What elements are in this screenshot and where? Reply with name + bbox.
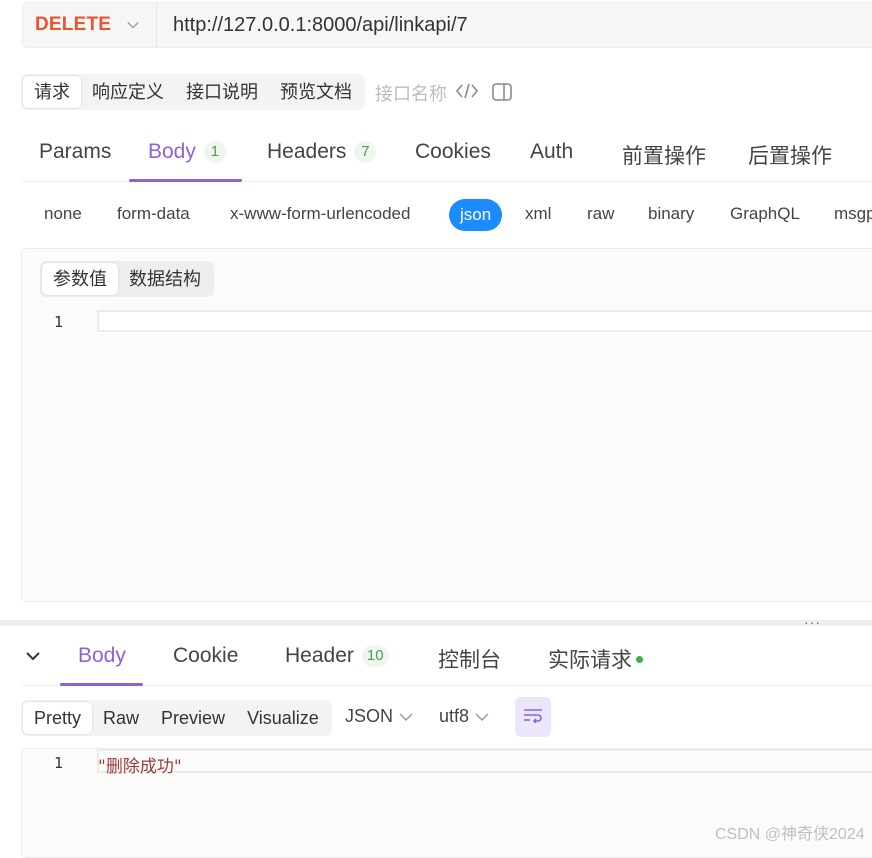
splitter-handle[interactable]: ··· — [804, 614, 821, 630]
tab-params-label: Params — [39, 140, 112, 163]
body-type-selector: none form-data x-www-form-urlencoded jso… — [22, 198, 872, 234]
side-panel-icon[interactable] — [492, 83, 512, 106]
tab-data-structure[interactable]: 数据结构 — [118, 263, 212, 295]
request-body-editor[interactable]: 参数值 数据结构 1 — [21, 248, 872, 602]
tab-response-body[interactable]: Body — [78, 644, 126, 668]
watermark: CSDN @神奇侠2024 — [715, 826, 865, 843]
top-segment-tabs: 请求 响应定义 接口说明 预览文档 — [21, 74, 365, 110]
body-type-xml[interactable]: xml — [525, 204, 551, 224]
body-type-binary[interactable]: binary — [648, 204, 694, 224]
chevron-down-icon — [475, 706, 489, 727]
tab-body[interactable]: Body 1 — [148, 140, 226, 164]
tab-body-label: Body — [148, 140, 196, 163]
format-dropdown[interactable]: JSON — [345, 706, 413, 727]
encoding-dropdown[interactable]: utf8 — [439, 706, 489, 727]
body-type-none[interactable]: none — [44, 204, 82, 224]
active-tab-underline — [129, 179, 242, 182]
editor-mode-tabs: 参数值 数据结构 — [40, 261, 214, 297]
format-value: JSON — [345, 706, 394, 726]
headers-count-badge: 7 — [354, 141, 377, 163]
response-header-badge: 10 — [361, 645, 389, 667]
tab-auth[interactable]: Auth — [530, 140, 573, 164]
method-selector[interactable]: DELETE — [23, 3, 157, 47]
response-view-tabs: Pretty Raw Preview Visualize — [21, 700, 332, 736]
tab-response-definition[interactable]: 响应定义 — [81, 76, 175, 108]
view-raw[interactable]: Raw — [92, 702, 150, 734]
chevron-down-icon[interactable] — [26, 648, 40, 666]
code-line-input[interactable] — [97, 310, 872, 332]
tab-request[interactable]: 请求 — [23, 76, 81, 108]
chevron-down-icon — [127, 19, 139, 31]
body-type-urlencoded[interactable]: x-www-form-urlencoded — [230, 204, 410, 224]
view-pretty[interactable]: Pretty — [23, 702, 93, 734]
encoding-value: utf8 — [439, 706, 470, 726]
interface-name-input[interactable]: 接口名称 — [375, 80, 447, 106]
view-preview[interactable]: Preview — [150, 702, 236, 734]
active-tab-underline — [60, 683, 143, 686]
body-type-graphql[interactable]: GraphQL — [730, 204, 800, 224]
response-line-number: 1 — [54, 754, 64, 772]
url-bar: DELETE http://127.0.0.1:8000/api/linkapi… — [22, 2, 872, 48]
request-tabs: Params Body 1 Headers 7 Cookies Auth 前置操作 … — [22, 132, 872, 182]
method-label: DELETE — [35, 14, 112, 35]
tab-console[interactable]: 控制台 — [438, 644, 501, 674]
body-type-json[interactable]: json — [449, 199, 503, 231]
body-count-badge: 1 — [203, 141, 226, 163]
line-number: 1 — [54, 313, 64, 331]
tab-actual-request-label: 实际请求 — [548, 649, 632, 672]
url-input[interactable]: http://127.0.0.1:8000/api/linkapi/7 — [157, 14, 468, 37]
word-wrap-button[interactable] — [515, 697, 551, 737]
body-type-raw[interactable]: raw — [587, 204, 614, 224]
tab-response-cookie[interactable]: Cookie — [173, 644, 238, 668]
tab-post-operations[interactable]: 后置操作 — [748, 140, 832, 170]
word-wrap-icon — [523, 707, 543, 728]
body-type-msgpack[interactable]: msgp — [834, 204, 872, 224]
tab-headers[interactable]: Headers 7 — [267, 140, 377, 164]
tab-params[interactable]: Params — [39, 140, 111, 164]
body-type-form-data[interactable]: form-data — [117, 204, 190, 224]
code-icon[interactable] — [455, 82, 479, 105]
tab-response-header[interactable]: Header 10 — [285, 644, 389, 668]
tab-preview-docs[interactable]: 预览文档 — [269, 76, 363, 108]
tab-param-values[interactable]: 参数值 — [42, 263, 118, 295]
tab-api-description[interactable]: 接口说明 — [175, 76, 269, 108]
response-line — [97, 749, 872, 773]
tab-cookies[interactable]: Cookies — [415, 140, 491, 164]
chevron-down-icon — [399, 706, 413, 727]
tab-actual-request[interactable]: 实际请求 — [548, 644, 643, 674]
tab-pre-operations[interactable]: 前置操作 — [622, 140, 706, 170]
response-tabs: Body Cookie Header 10 控制台 实际请求 — [22, 636, 872, 686]
status-dot — [636, 655, 643, 663]
tab-headers-label: Headers — [267, 140, 347, 163]
panel-splitter[interactable] — [0, 620, 872, 626]
response-content: "删除成功" — [98, 757, 182, 777]
view-visualize[interactable]: Visualize — [236, 702, 330, 734]
tab-response-header-label: Header — [285, 644, 354, 667]
